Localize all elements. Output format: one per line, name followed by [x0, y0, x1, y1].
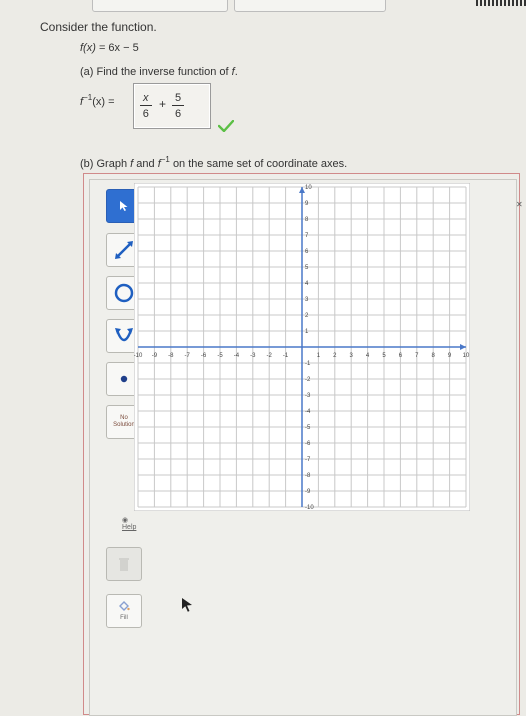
no-solution-label: No Solution	[113, 415, 135, 429]
x-tick-label: -9	[152, 353, 158, 359]
part-a-text: (a) Find the inverse function of	[80, 66, 229, 78]
part-b-sup: −1	[160, 155, 170, 164]
function-rhs: = 6x − 5	[98, 42, 139, 54]
top-bar	[0, 0, 526, 14]
function-lhs: f(x)	[80, 42, 96, 54]
question-prompt: Consider the function.	[40, 20, 157, 34]
y-tick-label: -7	[305, 457, 311, 463]
term2-numerator: 5	[172, 92, 185, 106]
y-tick-label: -10	[305, 505, 314, 511]
circle-icon	[114, 283, 134, 303]
x-tick-label: -4	[234, 353, 240, 359]
x-tick-label: -1	[283, 353, 289, 359]
y-tick-label: -5	[305, 425, 311, 431]
part-b-end: on the same set of coordinate axes.	[172, 158, 348, 170]
inverse-answer-box[interactable]: x 6 + 5 6	[133, 83, 211, 129]
x-tick-label: -3	[250, 353, 256, 359]
x-tick-label: -10	[134, 353, 143, 359]
part-a-label: (a) Find the inverse function of f.	[80, 66, 238, 78]
part-b-and: and	[136, 158, 155, 170]
x-tick-label: 10	[463, 353, 470, 359]
coordinate-grid[interactable]: -10 -9 -8 -7 -6 -5 -4 -3 -2 -1 1 2 3 4 5 6 7 8 9 1010987654…	[134, 183, 470, 511]
coordinate-graph[interactable]: -10 -9 -8 -7 -6 -5 -4 -3 -2 -1 1 2 3 4 5 6 7 8 9 10 10 9 8 7 6 5 4…	[134, 183, 470, 511]
x-tick-label: -6	[201, 353, 207, 359]
paint-bucket-icon	[119, 601, 130, 611]
help-label: Help	[122, 524, 137, 531]
inverse-label-rest: (x) =	[92, 96, 115, 108]
help-icon: ◉	[122, 517, 129, 524]
term1-denominator: 6	[142, 108, 149, 120]
x-tick-label: -7	[185, 353, 191, 359]
part-b-start: (b) Graph	[80, 158, 128, 170]
part-b-label: (b) Graph f and f−1 on the same set of c…	[80, 155, 348, 170]
top-button-1[interactable]	[92, 0, 228, 12]
dot-icon	[120, 375, 128, 383]
y-tick-label: 10	[305, 185, 312, 191]
y-tick-label: -6	[305, 441, 311, 447]
fill-content: Fill	[118, 600, 130, 622]
fill-label: Fill	[120, 615, 128, 621]
trash-icon	[119, 558, 129, 571]
mouse-cursor-icon	[182, 598, 192, 612]
x-tick-label: -8	[168, 353, 174, 359]
inverse-label: f−1(x) =	[80, 93, 115, 108]
help-link[interactable]: ◉ Help	[122, 516, 142, 531]
top-right-decoration	[476, 0, 526, 6]
parabola-icon	[115, 328, 133, 342]
y-tick-label: -4	[305, 409, 311, 415]
part-a-period: .	[234, 66, 238, 78]
part-b-f: f	[130, 158, 134, 170]
y-tick-label: -3	[305, 393, 311, 399]
no-solution-line2: Solution	[113, 422, 135, 428]
close-icon[interactable]: ✕	[516, 200, 523, 209]
x-tick-label: -2	[267, 353, 273, 359]
term2-denominator: 6	[175, 108, 182, 120]
fill-button[interactable]: Fill	[106, 594, 142, 628]
arrow-cursor-icon	[120, 201, 128, 211]
no-solution-line1: No	[120, 415, 128, 421]
y-tick-label: -1	[305, 361, 311, 367]
correct-check-icon	[218, 120, 234, 132]
function-definition: f(x) = 6x − 5	[80, 42, 139, 54]
fraction-term-2: 5 6	[172, 92, 185, 120]
top-button-2[interactable]	[234, 0, 386, 12]
y-tick-label: -2	[305, 377, 311, 383]
x-tick-label: -5	[217, 353, 223, 359]
trash-tool[interactable]	[106, 547, 142, 581]
y-tick-label: -9	[305, 489, 311, 495]
line-segment-icon	[115, 241, 133, 259]
y-tick-label: -8	[305, 473, 311, 479]
term1-numerator: x	[140, 92, 152, 106]
plus-sign: +	[159, 97, 167, 111]
fraction-term-1: x 6	[140, 92, 152, 120]
inverse-label-sup: −1	[83, 93, 93, 102]
